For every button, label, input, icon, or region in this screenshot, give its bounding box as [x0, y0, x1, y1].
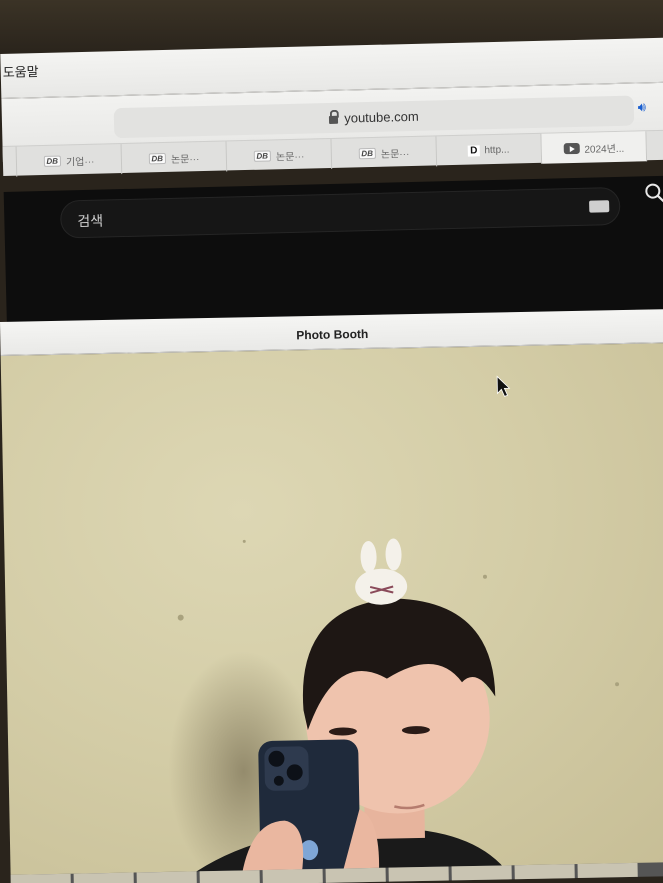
- webcam-image: [168, 375, 620, 883]
- tab-label: 논문···: [170, 153, 200, 166]
- keyboard-icon[interactable]: [589, 200, 610, 213]
- youtube-search-input[interactable]: 검색: [59, 186, 621, 239]
- d-favicon-icon: D: [468, 144, 480, 157]
- tab-label: 논문···: [380, 148, 410, 161]
- thumbnail[interactable]: [388, 866, 449, 882]
- tab-2[interactable]: DB 논문···: [121, 141, 228, 175]
- thumbnail[interactable]: [199, 870, 260, 883]
- db-favicon-icon: DB: [253, 149, 272, 162]
- speaker-icon[interactable]: 🔊︎: [638, 99, 647, 115]
- search-icon[interactable]: [644, 182, 663, 205]
- menu-help[interactable]: 도움말: [2, 61, 39, 81]
- thumbnail[interactable]: [514, 864, 575, 880]
- youtube-icon: [563, 142, 580, 154]
- thumbnail[interactable]: [262, 868, 323, 883]
- search-placeholder: 검색: [77, 212, 104, 230]
- tab-5[interactable]: D http...: [436, 133, 543, 167]
- browser-window: 도움말 youtube.com 🔊︎ DB 기업··· DB 논문··· DB …: [0, 26, 663, 342]
- thumbnail[interactable]: [577, 862, 638, 879]
- thumbnail[interactable]: [10, 873, 71, 883]
- tab-4[interactable]: DB 논문···: [331, 136, 438, 169]
- tab-label: http...: [484, 144, 510, 156]
- db-favicon-icon: DB: [148, 152, 167, 164]
- photo-of-screen: 도움말 youtube.com 🔊︎ DB 기업··· DB 논문··· DB …: [0, 0, 663, 883]
- thumbnail[interactable]: [73, 872, 134, 883]
- photo-booth-window: Photo Booth: [0, 308, 663, 883]
- tab-label: 논문···: [275, 151, 305, 163]
- db-favicon-icon: DB: [358, 147, 377, 159]
- camera-preview: [0, 342, 663, 883]
- db-favicon-icon: DB: [43, 155, 62, 167]
- tab-1[interactable]: DB 기업···: [16, 144, 123, 177]
- thumbnail[interactable]: [325, 867, 386, 883]
- window-title: Photo Booth: [296, 326, 369, 343]
- tab-label: 기업···: [65, 156, 95, 168]
- cursor-icon: [496, 375, 511, 397]
- thumbnail[interactable]: [136, 871, 197, 883]
- lock-icon: [329, 115, 339, 124]
- tab-6-active[interactable]: 2024년...: [541, 131, 648, 164]
- tab-partial[interactable]: [2, 146, 18, 177]
- address-url: youtube.com: [344, 108, 419, 126]
- tab-label: 2024년...: [584, 143, 625, 156]
- tab-3[interactable]: DB 논문···: [226, 138, 333, 172]
- thumbnail[interactable]: [451, 865, 512, 881]
